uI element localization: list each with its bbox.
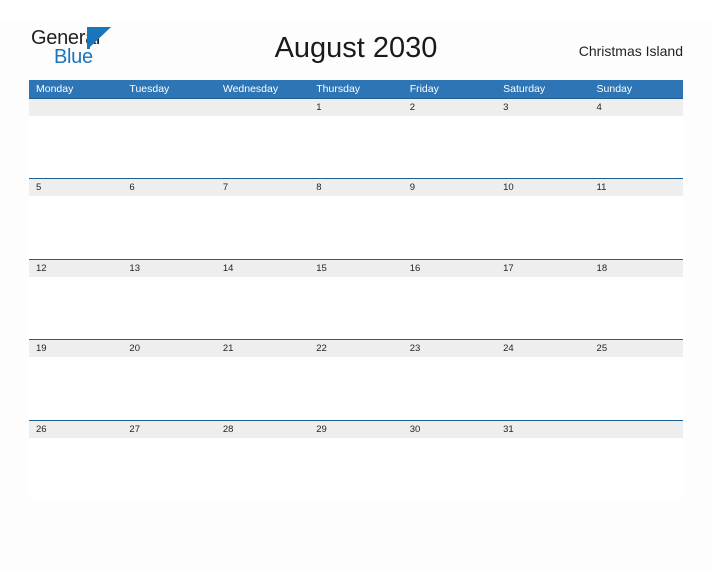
day-cell[interactable]: 28	[216, 421, 309, 438]
week-row: 19 20 21 22 23 24 25	[29, 339, 683, 420]
week-date-band: 5 6 7 8 9 10 11	[29, 179, 683, 197]
page-header: General Blue August 2030 Christmas Islan…	[29, 22, 683, 80]
day-cell[interactable]: 6	[122, 179, 215, 196]
day-cell[interactable]: 7	[216, 179, 309, 196]
week-note-area[interactable]	[29, 196, 683, 259]
day-cell[interactable]: 18	[590, 260, 683, 277]
day-cell[interactable]	[590, 421, 683, 438]
week-row: 26 27 28 29 30 31	[29, 419, 683, 500]
calendar-grid: Monday Tuesday Wednesday Thursday Friday…	[29, 80, 683, 500]
calendar-page: General Blue August 2030 Christmas Islan…	[0, 22, 712, 572]
day-cell[interactable]: 29	[309, 421, 402, 438]
day-cell[interactable]: 21	[216, 340, 309, 357]
week-note-area[interactable]	[29, 276, 683, 339]
weekday-header-saturday: Saturday	[503, 83, 546, 95]
weekday-header-monday: Monday	[36, 83, 74, 95]
region-label: Christmas Island	[578, 43, 683, 59]
day-cell[interactable]: 3	[496, 99, 589, 116]
week-date-band: 12 13 14 15 16 17 18	[29, 259, 683, 277]
day-cell[interactable]: 9	[403, 179, 496, 196]
weekday-header-thursday: Thursday	[316, 83, 361, 95]
week-note-area[interactable]	[29, 357, 683, 420]
day-cell[interactable]: 19	[29, 340, 122, 357]
day-cell[interactable]: 13	[122, 260, 215, 277]
day-cell[interactable]: 31	[496, 421, 589, 438]
day-cell[interactable]: 16	[403, 260, 496, 277]
weekday-header-wednesday: Wednesday	[222, 83, 279, 95]
day-cell[interactable]	[29, 99, 122, 116]
week-date-band: 19 20 21 22 23 24 25	[29, 340, 683, 358]
day-cell[interactable]: 14	[216, 260, 309, 277]
day-cell[interactable]	[216, 99, 309, 116]
day-cell[interactable]: 24	[496, 340, 589, 357]
week-date-band: 26 27 28 29 30 31	[29, 420, 683, 438]
week-note-area[interactable]	[29, 437, 683, 500]
week-date-band: 1 2 3 4	[29, 99, 683, 116]
week-note-area[interactable]	[29, 116, 683, 178]
day-cell[interactable]: 12	[29, 260, 122, 277]
day-cell[interactable]: 23	[403, 340, 496, 357]
week-row: 5 6 7 8 9 10 11	[29, 178, 683, 259]
day-cell[interactable]: 1	[309, 99, 402, 116]
week-row: 12 13 14 15 16 17 18	[29, 258, 683, 340]
day-cell[interactable]: 25	[590, 340, 683, 357]
day-cell[interactable]: 2	[403, 99, 496, 116]
weekday-header-tuesday: Tuesday	[129, 83, 170, 95]
day-cell[interactable]: 30	[403, 421, 496, 438]
day-cell[interactable]: 4	[590, 99, 683, 116]
day-cell[interactable]: 27	[122, 421, 215, 438]
weekday-header-sunday: Sunday	[596, 83, 633, 95]
week-row: 1 2 3 4	[29, 98, 683, 179]
day-cell[interactable]: 8	[309, 179, 402, 196]
weekday-header-row: Monday Tuesday Wednesday Thursday Friday…	[29, 80, 683, 98]
day-cell[interactable]: 5	[29, 179, 122, 196]
day-cell[interactable]: 26	[29, 421, 122, 438]
day-cell[interactable]: 20	[122, 340, 215, 357]
day-cell[interactable]	[122, 99, 215, 116]
day-cell[interactable]: 11	[590, 179, 683, 196]
day-cell[interactable]: 10	[496, 179, 589, 196]
weekday-header-friday: Friday	[409, 83, 439, 95]
day-cell[interactable]: 15	[309, 260, 402, 277]
day-cell[interactable]: 22	[309, 340, 402, 357]
day-cell[interactable]: 17	[496, 260, 589, 277]
